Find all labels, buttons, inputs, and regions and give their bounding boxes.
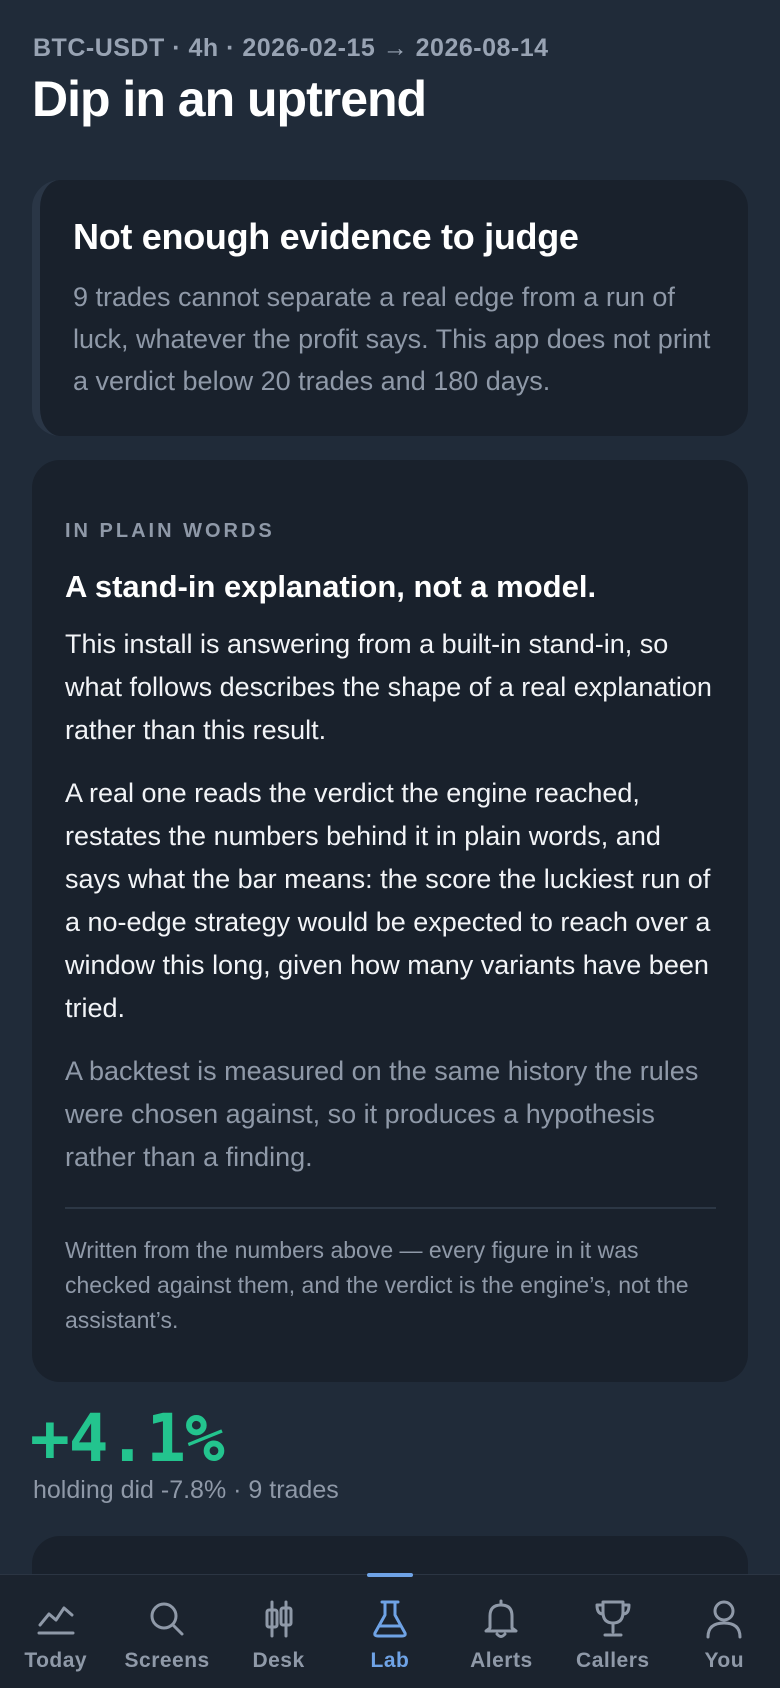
strategy-meta: BTC-USDT · 4h · 2026-02-15 → 2026-08-14 <box>33 34 549 62</box>
tab-desk[interactable]: Desk <box>223 1575 334 1688</box>
explanation-heading: A stand-in explanation, not a model. <box>65 569 597 604</box>
tab-screens[interactable]: Screens <box>111 1575 222 1688</box>
tab-label: Desk <box>252 1649 305 1672</box>
tab-bar: Today Screens Desk Lab Alerts Callers Yo… <box>0 1573 780 1688</box>
tab-alerts[interactable]: Alerts <box>446 1575 557 1688</box>
flask-icon <box>373 1600 407 1638</box>
verdict-card: Not enough evidence to judge 9 trades ca… <box>32 180 748 436</box>
search-icon <box>150 1602 184 1636</box>
divider <box>65 1207 716 1209</box>
explanation-paragraph: This install is answering from a built-i… <box>65 629 712 745</box>
strategy-return: +4.1% <box>30 1400 225 1477</box>
tab-callers[interactable]: Callers <box>557 1575 668 1688</box>
explanation-footnote: Written from the numbers above — every f… <box>65 1237 689 1333</box>
page-title: Dip in an uptrend <box>32 71 427 127</box>
verdict-body: 9 trades cannot separate a real edge fro… <box>73 282 711 396</box>
chart-line-icon <box>37 1606 75 1635</box>
tab-label: Today <box>24 1649 88 1672</box>
active-tab-indicator <box>366 1573 413 1577</box>
section-label: IN PLAIN WORDS <box>65 520 275 542</box>
tab-today[interactable]: Today <box>0 1575 111 1688</box>
verdict-heading: Not enough evidence to judge <box>73 216 579 257</box>
plain-words-card: IN PLAIN WORDS A stand-in explanation, n… <box>32 460 748 1382</box>
tab-label: Screens <box>124 1649 210 1672</box>
candlestick-icon <box>265 1600 293 1638</box>
explanation-caveat: A backtest is measured on the same histo… <box>65 1056 699 1172</box>
tab-lab[interactable]: Lab <box>334 1573 445 1688</box>
explanation-paragraph: A real one reads the verdict the engine … <box>65 778 711 1023</box>
tab-label: You <box>704 1649 745 1672</box>
user-icon <box>706 1600 742 1639</box>
tab-you[interactable]: You <box>669 1575 780 1688</box>
return-summary: holding did -7.8% · 9 trades <box>33 1476 339 1504</box>
tab-label: Alerts <box>470 1649 533 1672</box>
tab-label: Lab <box>370 1649 410 1672</box>
bell-icon <box>484 1599 518 1638</box>
trophy-icon <box>595 1600 631 1637</box>
tab-label: Callers <box>576 1649 650 1672</box>
lab-result-screen: BTC-USDT · 4h · 2026-02-15 → 2026-08-14 … <box>0 0 780 1688</box>
